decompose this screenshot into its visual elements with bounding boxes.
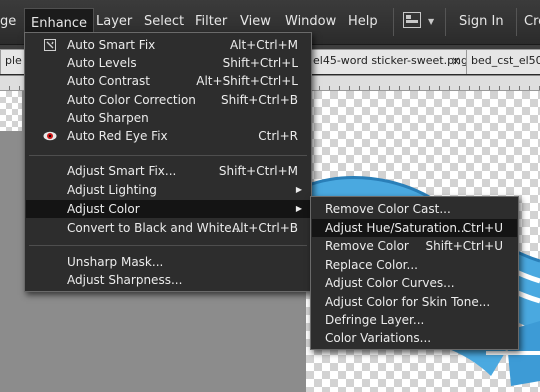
menu-item-label: Convert to Black and White... (67, 221, 244, 235)
menu-item-label: Adjust Hue/Saturation... (325, 221, 469, 235)
menu-item-label: Auto Red Eye Fix (67, 129, 168, 143)
menu-filter[interactable]: Filter (195, 14, 227, 29)
menu-item-shortcut: Ctrl+U (462, 221, 503, 235)
document-tab[interactable]: bed_cst_el50- (466, 49, 540, 74)
menu-item-shortcut: Ctrl+R (258, 129, 298, 143)
menu-item-label: Auto Sharpen (67, 111, 149, 125)
menu-item-label: Color Variations... (325, 331, 432, 345)
tab-label: el45-word sticker-sweet.png (313, 54, 468, 67)
menu-item-label: Unsharp Mask... (67, 255, 164, 269)
menu-item-auto-levels[interactable]: Auto Levels Shift+Ctrl+L (26, 54, 310, 72)
menu-item-auto-sharpen[interactable]: Auto Sharpen (26, 109, 310, 127)
smart-fix-icon (44, 39, 56, 51)
menu-item-auto-smart-fix[interactable]: Auto Smart Fix Alt+Ctrl+M (26, 36, 310, 54)
menu-item-shortcut: Shift+Ctrl+L (222, 56, 298, 70)
menu-item-shortcut: Alt+Ctrl+B (232, 221, 298, 235)
menu-item-replace-color[interactable]: Replace Color... (312, 256, 517, 274)
red-eye-icon (43, 131, 57, 141)
menu-item-remove-color[interactable]: Remove Color Shift+Ctrl+U (312, 237, 517, 255)
submenu-arrow-icon: ▶ (295, 204, 302, 213)
menu-item-label: Auto Contrast (67, 74, 150, 88)
menu-item-auto-red-eye-fix[interactable]: Auto Red Eye Fix Ctrl+R (26, 127, 310, 145)
sign-in-link[interactable]: Sign In (459, 14, 504, 29)
adjust-color-submenu: Remove Color Cast... Adjust Hue/Saturati… (310, 196, 519, 350)
submenu-arrow-icon: ▶ (295, 185, 302, 194)
menu-item-label: Auto Smart Fix (67, 38, 156, 52)
menu-item-adjust-sharpness[interactable]: Adjust Sharpness... (26, 271, 310, 289)
menu-item-shortcut: Shift+Ctrl+U (425, 239, 503, 253)
menu-item-adjust-hue-saturation[interactable]: Adjust Hue/Saturation... Ctrl+U (312, 219, 517, 237)
menu-item-label: Adjust Color Curves... (325, 276, 455, 290)
menu-item-defringe-layer[interactable]: Defringe Layer... (312, 311, 517, 329)
menu-item-label: Adjust Color for Skin Tone... (325, 295, 491, 309)
menu-item-shortcut: Alt+Ctrl+M (229, 38, 298, 52)
menu-item-remove-color-cast[interactable]: Remove Color Cast... (312, 200, 517, 218)
menu-divider (445, 8, 446, 36)
menu-divider (393, 8, 394, 36)
menu-item-adjust-smart-fix[interactable]: Adjust Smart Fix... Shift+Ctrl+M (26, 162, 310, 180)
chevron-down-icon: ▼ (428, 17, 435, 26)
menu-layer[interactable]: Layer (96, 14, 132, 29)
menu-item-label: Adjust Smart Fix... (67, 164, 177, 178)
menu-view[interactable]: View (240, 14, 271, 29)
menu-separator (29, 245, 307, 246)
tab-label: bed_cst_el50- (471, 54, 540, 67)
menu-item-shortcut: Shift+Ctrl+M (218, 164, 298, 178)
menu-divider (516, 8, 517, 36)
menu-separator (29, 155, 307, 156)
menu-item-auto-color-correction[interactable]: Auto Color Correction Shift+Ctrl+B (26, 91, 310, 109)
workspace-layout-button[interactable]: ▼ (403, 12, 435, 32)
create-button[interactable]: Cre (524, 14, 540, 29)
enhance-menu: Auto Smart Fix Alt+Ctrl+M Auto Levels Sh… (24, 32, 312, 292)
menu-item-label: Adjust Color (67, 202, 140, 216)
menu-item-adjust-color[interactable]: Adjust Color ▶ (26, 200, 310, 218)
menu-item-label: Defringe Layer... (325, 313, 425, 327)
menu-select[interactable]: Select (144, 14, 184, 29)
menu-item-label: Adjust Lighting (67, 183, 157, 197)
menu-item-auto-contrast[interactable]: Auto Contrast Alt+Shift+Ctrl+L (26, 72, 310, 90)
menu-window[interactable]: Window (285, 14, 336, 29)
menu-item-color-variations[interactable]: Color Variations... (312, 329, 517, 347)
menu-item-adjust-color-curves[interactable]: Adjust Color Curves... (312, 274, 517, 292)
document-tab[interactable]: el45-word sticker-sweet.png × (308, 49, 468, 74)
menu-item-adjust-skin-tone[interactable]: Adjust Color for Skin Tone... (312, 293, 517, 311)
close-icon[interactable]: × (451, 50, 461, 72)
menu-item-label: Replace Color... (325, 258, 418, 272)
menu-image[interactable]: ge (0, 14, 16, 29)
menu-item-label: Remove Color (325, 239, 409, 253)
menu-item-shortcut: Alt+Shift+Ctrl+L (196, 74, 298, 88)
menu-item-adjust-lighting[interactable]: Adjust Lighting ▶ (26, 181, 310, 199)
menu-item-shortcut: Shift+Ctrl+B (221, 93, 298, 107)
tab-label: ple (5, 54, 22, 67)
layout-icon (403, 12, 421, 28)
menu-item-unsharp-mask[interactable]: Unsharp Mask... (26, 253, 310, 271)
menu-item-label: Auto Color Correction (67, 93, 196, 107)
menu-item-label: Adjust Sharpness... (67, 273, 183, 287)
menu-item-label: Remove Color Cast... (325, 202, 451, 216)
transparency-checkerboard (0, 91, 22, 131)
menu-item-convert-black-white[interactable]: Convert to Black and White... Alt+Ctrl+B (26, 219, 310, 237)
menu-item-label: Auto Levels (67, 56, 137, 70)
menu-help[interactable]: Help (348, 14, 378, 29)
